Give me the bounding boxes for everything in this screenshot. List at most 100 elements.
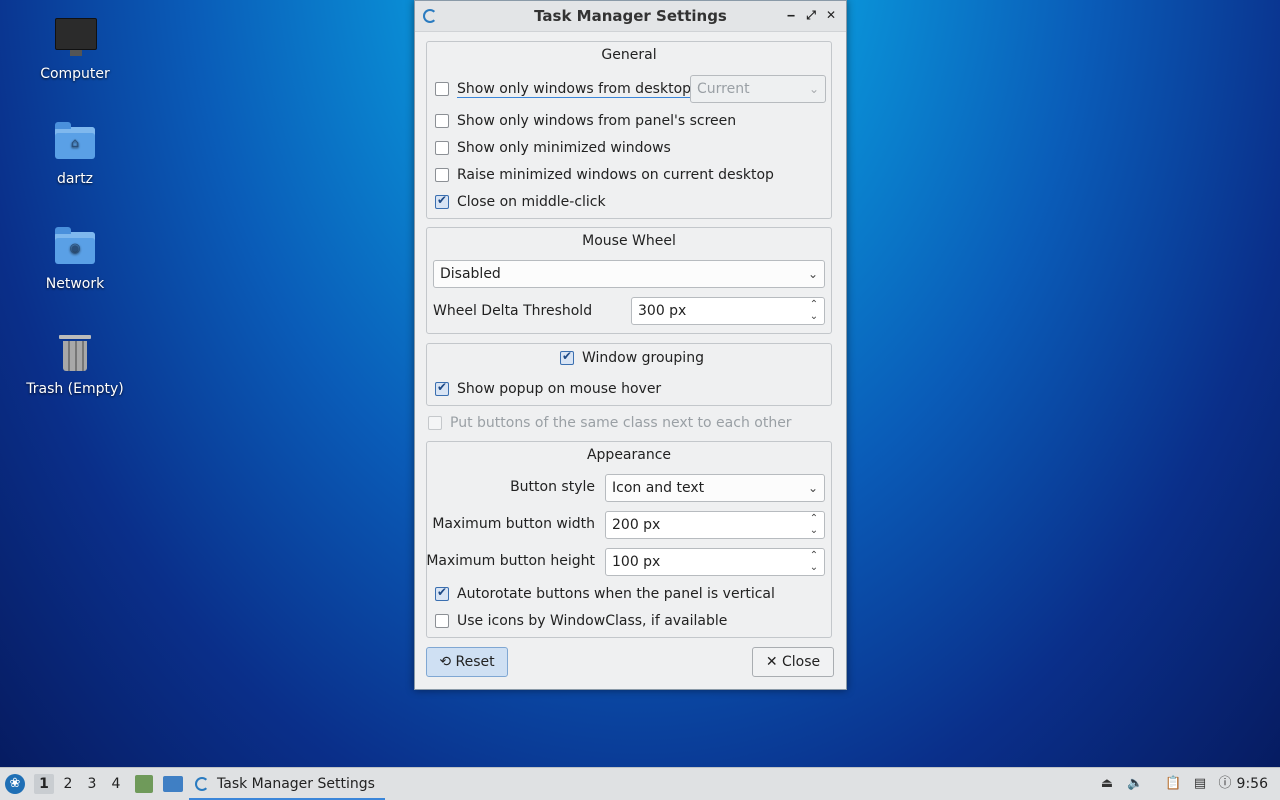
max-width-label: Maximum button width (432, 516, 595, 532)
max-width-value: 200 px (612, 517, 661, 533)
close-window-button[interactable]: ✕ (823, 7, 839, 23)
reset-button[interactable]: ⟲ Reset (426, 647, 508, 677)
autorotate-label: Autorotate buttons when the panel is ver… (457, 586, 775, 602)
popup-hover-option[interactable]: Show popup on mouse hover (435, 379, 661, 399)
window-grouping-option[interactable]: Window grouping (560, 348, 704, 368)
appearance-group: Appearance Button style Icon and text ⌄ … (426, 441, 832, 638)
taskbar: ❀ 1 2 3 4 Task Manager Settings ⏏ 🔈 📋 ▤ … (0, 767, 1280, 800)
close-middle-click-label: Close on middle-click (457, 194, 606, 210)
titlebar[interactable]: Task Manager Settings ‒ ⤢ ✕ (415, 1, 846, 32)
max-height-label: Maximum button height (426, 553, 595, 569)
autorotate-checkbox[interactable] (435, 585, 449, 601)
button-style-label: Button style (510, 479, 595, 495)
desktop-select-value: Current (697, 81, 750, 97)
show-screen-option[interactable]: Show only windows from panel's screen (435, 111, 736, 131)
autorotate-option[interactable]: Autorotate buttons when the panel is ver… (435, 584, 775, 604)
main-menu-icon[interactable]: ❀ (5, 774, 25, 794)
wheel-threshold-label: Wheel Delta Threshold (433, 303, 593, 319)
general-group: General Show only windows from desktop C… (426, 41, 832, 219)
show-desktop-icon[interactable] (163, 776, 183, 792)
window-title: Task Manager Settings (534, 7, 727, 25)
windowclass-icons-option[interactable]: Use icons by WindowClass, if available (435, 611, 727, 631)
desktop-icon-computer[interactable]: Computer (20, 16, 130, 82)
spin-arrows-icon[interactable]: ⌃ ⌄ (808, 550, 820, 574)
eject-icon[interactable]: ⏏ (1099, 776, 1115, 792)
wheel-action-select[interactable]: Disabled ⌄ (433, 260, 825, 288)
raise-minimized-checkbox[interactable] (435, 168, 449, 182)
close-icon: ✕ (765, 654, 778, 670)
windowclass-icons-label: Use icons by WindowClass, if available (457, 613, 728, 629)
workspace-2[interactable]: 2 (58, 774, 78, 794)
button-style-value: Icon and text (612, 480, 705, 496)
spin-arrows-icon[interactable]: ⌃ ⌄ (808, 513, 820, 537)
show-desktop-label: Show only windows from desktop (457, 80, 692, 98)
close-middle-click-option[interactable]: Close on middle-click (435, 192, 606, 212)
desktop-icon-home[interactable]: ⌂ dartz (20, 121, 130, 187)
window-grouping-label: Window grouping (582, 350, 704, 366)
wheel-threshold-spinbox[interactable]: 300 px ⌃ ⌄ (631, 297, 825, 325)
mouse-wheel-group: Mouse Wheel Disabled ⌄ Wheel Delta Thres… (426, 227, 832, 334)
clock[interactable]: 9:56 (1237, 768, 1268, 800)
minimize-button[interactable]: ‒ (783, 7, 799, 23)
network-icon[interactable]: ▤ (1192, 776, 1208, 792)
task-manager-settings-window: Task Manager Settings ‒ ⤢ ✕ General Show… (414, 0, 847, 690)
same-class-checkbox (428, 416, 442, 430)
group-title-mouse-wheel: Mouse Wheel (582, 233, 676, 249)
raise-minimized-label: Raise minimized windows on current deskt… (457, 167, 774, 183)
file-manager-icon[interactable] (135, 775, 153, 793)
desktop-icon-label: dartz (56, 171, 94, 187)
group-title-general: General (601, 47, 657, 63)
chevron-down-icon: ⌄ (807, 267, 818, 281)
window-grouping-checkbox[interactable] (560, 349, 574, 365)
show-desktop-checkbox[interactable] (435, 82, 449, 96)
volume-icon[interactable]: 🔈 (1127, 776, 1143, 792)
desktop-icon-label: Trash (Empty) (26, 381, 124, 397)
group-title-appearance: Appearance (586, 447, 672, 463)
desktop-select[interactable]: Current ⌄ (690, 75, 826, 103)
raise-minimized-option[interactable]: Raise minimized windows on current deskt… (435, 165, 774, 185)
undo-icon: ⟲ (439, 654, 452, 670)
show-desktop-option[interactable]: Show only windows from desktop (435, 79, 692, 99)
workspace-1[interactable]: 1 (34, 774, 54, 794)
windowclass-icons-checkbox[interactable] (435, 614, 449, 628)
computer-icon (53, 16, 97, 60)
show-minimized-option[interactable]: Show only minimized windows (435, 138, 671, 158)
max-width-spinbox[interactable]: 200 px ⌃ ⌄ (605, 511, 825, 539)
reset-button-label: Reset (455, 654, 495, 670)
wheel-threshold-value: 300 px (638, 303, 687, 319)
close-button[interactable]: ✕ Close (752, 647, 834, 677)
close-button-label: Close (782, 654, 821, 670)
task-button-label: Task Manager Settings (217, 776, 375, 792)
show-screen-checkbox[interactable] (435, 114, 449, 128)
button-style-select[interactable]: Icon and text ⌄ (605, 474, 825, 502)
desktop-icon-trash[interactable]: Trash (Empty) (20, 331, 130, 397)
popup-hover-label: Show popup on mouse hover (457, 381, 662, 397)
show-screen-label: Show only windows from panel's screen (457, 113, 737, 129)
chevron-down-icon: ⌄ (808, 82, 819, 96)
clipboard-icon[interactable]: 📋 (1165, 776, 1181, 792)
network-folder-icon: ◉ (53, 226, 97, 270)
chevron-down-icon: ⌄ (807, 481, 818, 495)
home-folder-icon: ⌂ (53, 121, 97, 165)
wheel-action-value: Disabled (440, 266, 501, 282)
desktop-icon-label: Computer (40, 66, 110, 82)
trash-icon (53, 331, 97, 375)
popup-hover-checkbox[interactable] (435, 380, 449, 396)
same-class-label: Put buttons of the same class next to ea… (450, 415, 792, 431)
show-minimized-label: Show only minimized windows (457, 140, 671, 156)
task-button-task-manager-settings[interactable]: Task Manager Settings (189, 768, 385, 800)
show-minimized-checkbox[interactable] (435, 141, 449, 155)
workspace-4[interactable]: 4 (106, 774, 126, 794)
same-class-option: Put buttons of the same class next to ea… (428, 413, 792, 433)
notification-icon[interactable]: ⓘ (1217, 776, 1233, 792)
close-middle-click-checkbox[interactable] (435, 193, 449, 209)
spin-arrows-icon[interactable]: ⌃ ⌄ (808, 299, 820, 323)
max-height-spinbox[interactable]: 100 px ⌃ ⌄ (605, 548, 825, 576)
workspace-3[interactable]: 3 (82, 774, 102, 794)
max-height-value: 100 px (612, 554, 661, 570)
window-grouping-group: Window grouping Show popup on mouse hove… (426, 343, 832, 406)
desktop-icon-network[interactable]: ◉ Network (20, 226, 130, 292)
app-icon (195, 777, 209, 791)
desktop-icon-label: Network (45, 276, 105, 292)
maximize-button[interactable]: ⤢ (803, 7, 819, 23)
